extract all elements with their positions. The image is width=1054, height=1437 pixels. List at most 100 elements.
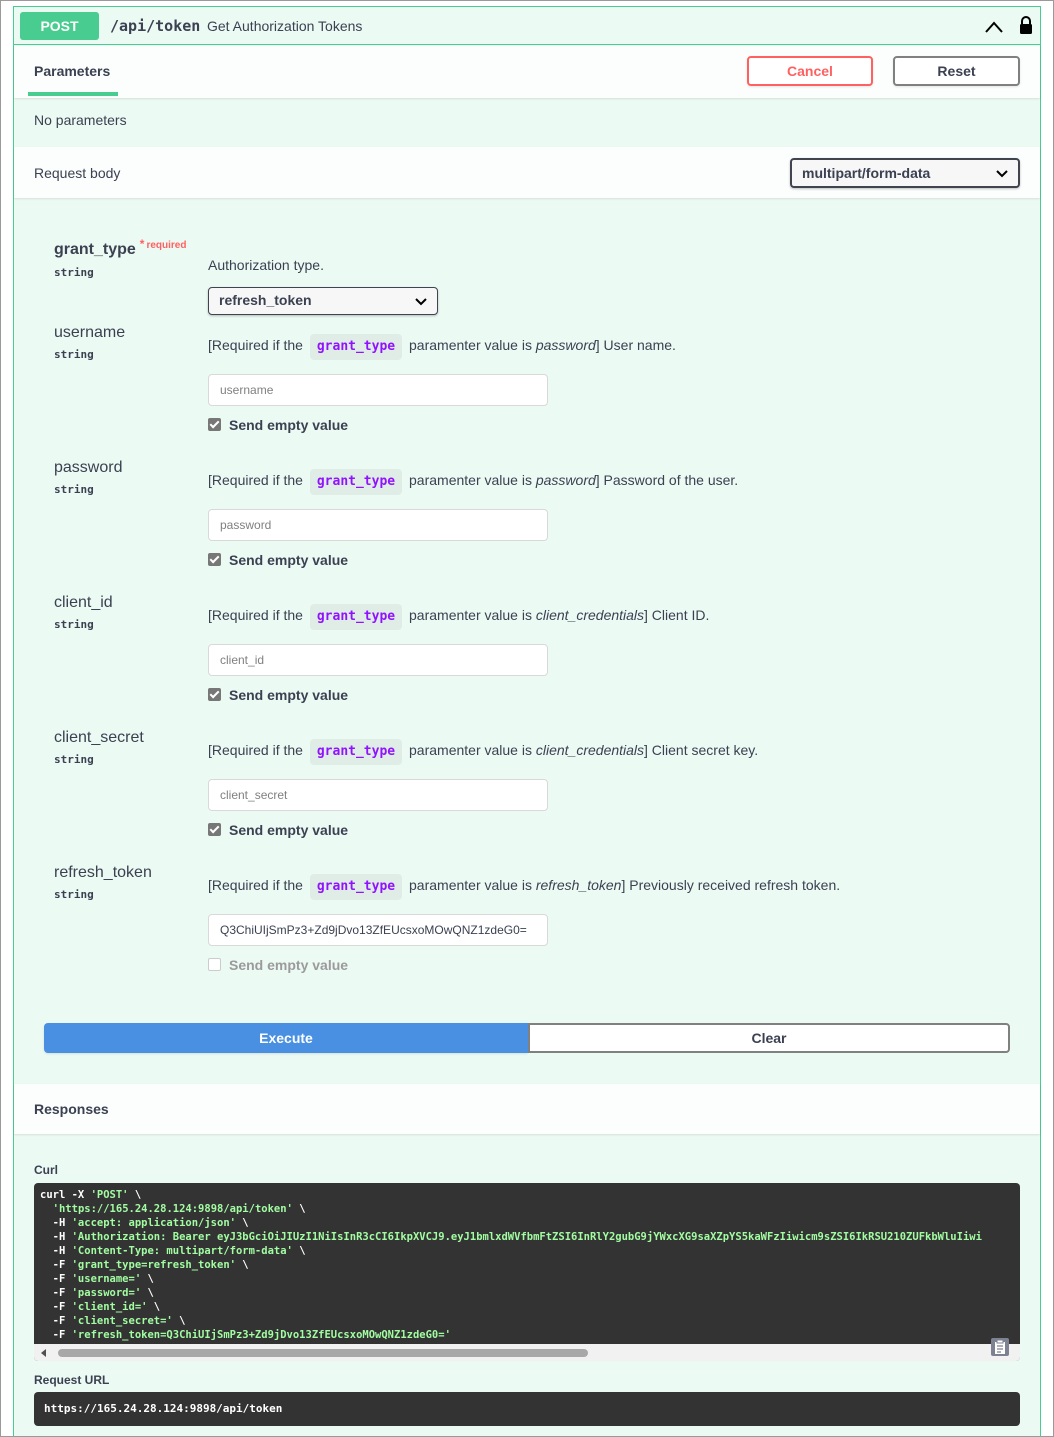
desc-prefix: [Required if the — [208, 877, 303, 893]
curl-continuation: \ — [292, 1245, 306, 1257]
curl-token: -F — [40, 1301, 72, 1313]
content-type-select[interactable]: multipart/form-data — [790, 158, 1020, 188]
desc-italic: refresh_token — [535, 877, 622, 893]
curl-line: -H 'Content-Type: multipart/form-data' \ — [40, 1245, 306, 1257]
field-type-grant-type: string — [54, 266, 94, 279]
curl-token: -F — [40, 1273, 72, 1285]
curl-line: -H 'accept: application/json' \ — [40, 1217, 249, 1229]
grant-type-select[interactable]: refresh_token — [208, 287, 438, 315]
curl-line: -F 'username=' \ — [40, 1273, 154, 1285]
scroll-left-arrow-icon[interactable] — [41, 1349, 46, 1357]
field-type-username: string — [54, 348, 94, 361]
parameters-header: Parameters Cancel Reset — [14, 46, 1040, 98]
operation-summary-text: Get Authorization Tokens — [207, 18, 363, 34]
lock-icon[interactable] — [1016, 15, 1036, 35]
desc-prefix: [Required if the — [208, 472, 303, 488]
password-send-empty[interactable]: Send empty value — [208, 552, 348, 568]
grant-type-code: grant_type — [309, 739, 403, 765]
desc-suffix: ] Password of the user. — [595, 472, 739, 488]
request-body-title: Request body — [34, 165, 121, 181]
desc-prefix: [Required if the — [208, 337, 303, 353]
grant-type-value: refresh_token — [219, 292, 312, 308]
active-tab-indicator — [28, 92, 118, 96]
curl-string: 'POST' — [90, 1189, 129, 1201]
curl-continuation: \ — [172, 1315, 186, 1327]
send-empty-label: Send empty value — [229, 822, 349, 838]
desc-suffix: ] Client secret key. — [644, 742, 759, 758]
request-body-header: Request body multipart/form-data — [14, 147, 1040, 198]
cancel-button[interactable]: Cancel — [747, 56, 873, 86]
desc-suffix: ] User name. — [595, 337, 676, 353]
chevron-down-icon — [996, 170, 1008, 178]
curl-string: 'https://165.24.28.124:9898/api/token' — [52, 1203, 293, 1215]
desc-mid: paramenter value is — [409, 877, 532, 893]
username-input[interactable]: username — [208, 374, 548, 406]
field-desc-username: [Required if the grant_type paramenter v… — [208, 334, 676, 360]
field-type-client-secret: string — [54, 753, 94, 766]
reset-button[interactable]: Reset — [893, 56, 1020, 86]
execute-button[interactable]: Execute — [44, 1023, 528, 1053]
curl-line: -F 'password=' \ — [40, 1287, 154, 1299]
operation-summary[interactable]: POST /api/token Get Authorization Tokens — [14, 7, 1040, 45]
client-id-send-empty[interactable]: Send empty value — [208, 687, 348, 703]
desc-italic: client_credentials — [535, 607, 645, 623]
method-badge: POST — [20, 12, 99, 40]
password-input[interactable]: password — [208, 509, 548, 541]
content-type-value: multipart/form-data — [802, 165, 931, 181]
desc-italic: client_credentials — [535, 742, 645, 758]
client-id-input[interactable]: client_id — [208, 644, 548, 676]
send-empty-label: Send empty value — [229, 687, 349, 703]
curl-string: 'client_secret=' — [71, 1315, 173, 1327]
field-desc-client-secret: [Required if the grant_type paramenter v… — [208, 739, 758, 765]
request-url-label: Request URL — [34, 1373, 110, 1387]
curl-token: -F — [40, 1315, 72, 1327]
grant-type-code: grant_type — [309, 874, 403, 900]
grant-type-code: grant_type — [309, 469, 403, 495]
scrollbar-thumb[interactable] — [58, 1349, 588, 1357]
field-name-password: password — [54, 459, 123, 476]
client-secret-send-empty[interactable]: Send empty value — [208, 822, 348, 838]
curl-token: -H — [40, 1245, 72, 1257]
clear-button[interactable]: Clear — [528, 1023, 1010, 1053]
checkbox-checked[interactable] — [208, 688, 221, 701]
curl-continuation: \ — [141, 1287, 154, 1299]
curl-token: -H — [40, 1231, 72, 1243]
curl-line: -F 'client_id=' \ — [40, 1301, 160, 1313]
field-desc-refresh-token: [Required if the grant_type paramenter v… — [208, 874, 840, 900]
curl-continuation: \ — [147, 1301, 161, 1313]
field-name-username: username — [54, 324, 126, 341]
curl-token: curl -X — [40, 1189, 91, 1201]
tab-parameters[interactable]: Parameters — [34, 63, 110, 79]
grant-type-code: grant_type — [309, 604, 403, 630]
chevron-up-icon[interactable] — [984, 18, 1004, 36]
curl-line: 'https://165.24.28.124:9898/api/token' \ — [40, 1203, 306, 1215]
curl-line: -H 'Authorization: Bearer eyJ3bGciOiJIUz… — [40, 1231, 982, 1243]
curl-token: -F — [40, 1287, 72, 1299]
client-secret-input[interactable]: client_secret — [208, 779, 548, 811]
username-send-empty[interactable]: Send empty value — [208, 417, 348, 433]
desc-mid: paramenter value is — [409, 337, 532, 353]
desc-mid: paramenter value is — [409, 472, 532, 488]
curl-continuation: \ — [128, 1189, 142, 1201]
checkbox-checked[interactable] — [208, 823, 221, 836]
field-name-refresh-token: refresh_token — [54, 864, 152, 881]
horizontal-scrollbar[interactable] — [34, 1344, 1020, 1361]
send-empty-label: Send empty value — [229, 417, 349, 433]
checkbox-checked[interactable] — [208, 418, 221, 431]
field-name-text: grant_type — [54, 241, 136, 258]
operation-block: POST /api/token Get Authorization Tokens… — [13, 6, 1041, 1437]
no-parameters-text: No parameters — [34, 112, 127, 128]
curl-code-block[interactable]: curl -X 'POST' \ 'https://165.24.28.124:… — [34, 1183, 1020, 1361]
clipboard-copy-icon[interactable] — [990, 1337, 1010, 1357]
required-label: required — [146, 240, 187, 251]
curl-string: 'grant_type=refresh_token' — [71, 1259, 236, 1271]
desc-mid: paramenter value is — [409, 607, 532, 623]
checkbox-checked[interactable] — [208, 553, 221, 566]
curl-line: curl -X 'POST' \ — [40, 1189, 141, 1201]
curl-line: -F 'grant_type=refresh_token' \ — [40, 1259, 249, 1271]
responses-title: Responses — [34, 1101, 109, 1117]
curl-continuation: \ — [235, 1259, 249, 1271]
refresh-token-input[interactable]: Q3ChiUIjSmPz3+Zd9jDvo13ZfEUcsxoMOwQNZ1zd… — [208, 914, 548, 946]
curl-token: -H — [40, 1217, 72, 1229]
curl-string: 'password=' — [71, 1287, 142, 1299]
